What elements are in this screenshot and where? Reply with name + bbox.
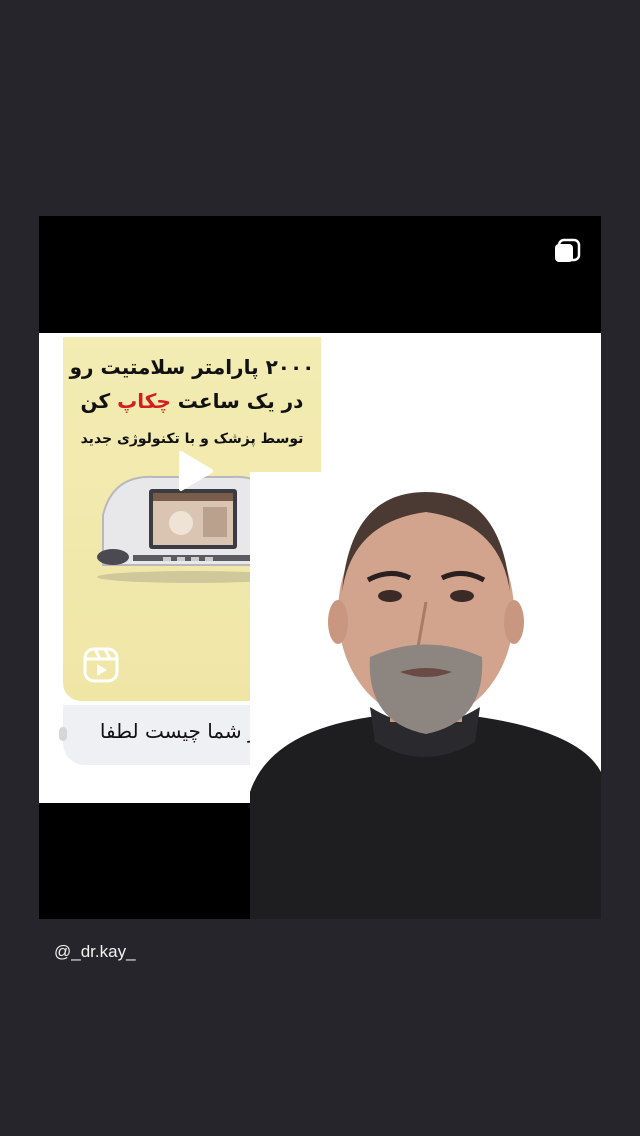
reel-caption: توسط پزشک و با تکنولوژی جدید xyxy=(80,431,304,447)
reel-subheadline: در یک ساعت چکاپ کن xyxy=(80,389,304,413)
play-icon[interactable] xyxy=(171,449,215,493)
reels-icon xyxy=(83,647,119,683)
share-icon[interactable] xyxy=(553,238,581,266)
bubble-edge xyxy=(59,727,67,741)
reel-highlight-word: چکاپ xyxy=(117,389,171,413)
story-post-frame: ۲۰۰۰ پارامتر سلامتیت رو در یک ساعت چکاپ … xyxy=(39,216,601,919)
reel-headline: ۲۰۰۰ پارامتر سلامتیت رو xyxy=(69,355,315,379)
presenter-video[interactable] xyxy=(250,472,601,919)
username-mention[interactable]: @_dr.kay_ xyxy=(54,942,136,962)
